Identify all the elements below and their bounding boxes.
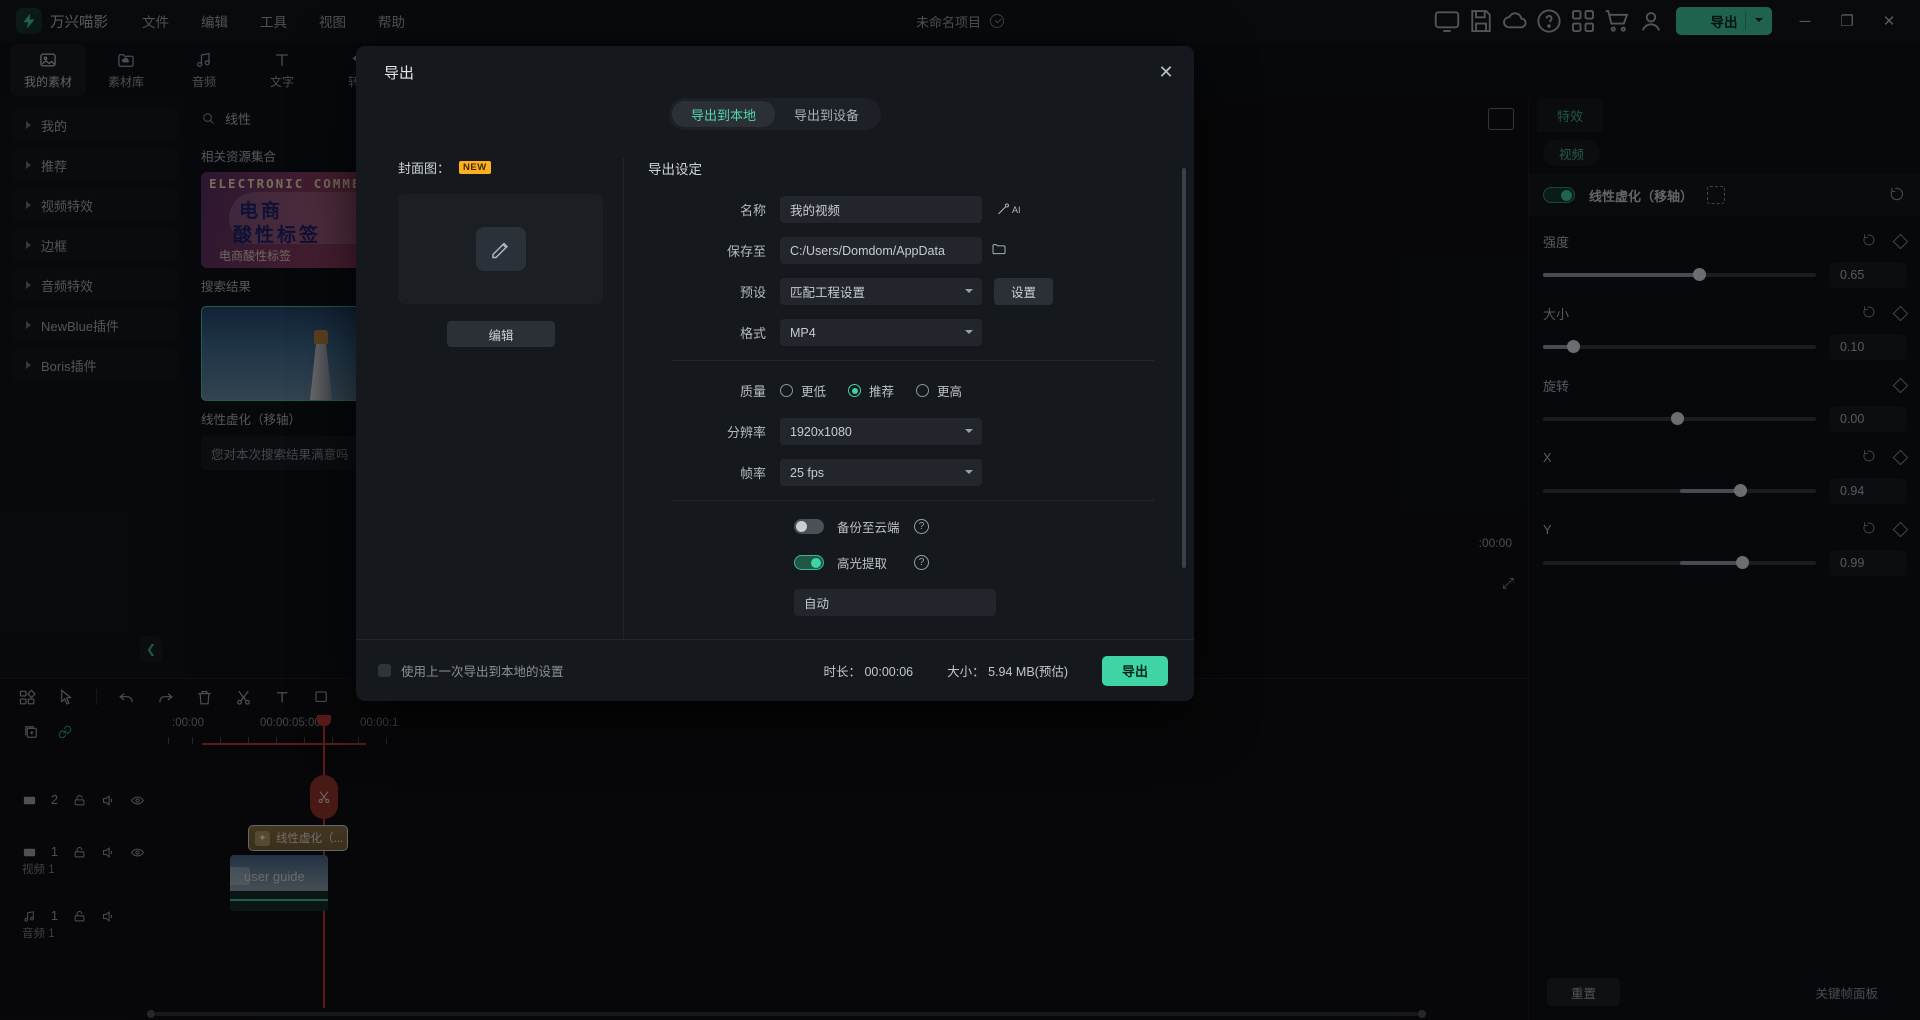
field-preset: 预设 匹配工程设置 设置 xyxy=(648,278,1154,305)
field-resolution: 分辨率 1920x1080 xyxy=(648,418,1154,445)
field-label: 格式 xyxy=(648,323,780,342)
field-format: 格式 MP4 xyxy=(648,319,1154,346)
use-last-settings-checkbox[interactable] xyxy=(378,664,391,677)
cover-pane: 封面图： NEW 编辑 xyxy=(356,158,624,639)
toggle-label: 高光提取 xyxy=(837,553,901,572)
folder-icon[interactable] xyxy=(991,241,1007,260)
divider xyxy=(672,360,1154,361)
toggle-cloud-backup: 备份至云端 ? xyxy=(648,517,1154,536)
format-value: MP4 xyxy=(790,326,816,340)
cover-label-row: 封面图： NEW xyxy=(398,158,623,177)
tab-export-device[interactable]: 导出到设备 xyxy=(775,101,878,127)
tab-export-local[interactable]: 导出到本地 xyxy=(672,101,775,127)
cover-preview[interactable] xyxy=(398,194,603,304)
auto-select[interactable]: 自动 xyxy=(794,589,996,616)
field-label: 质量 xyxy=(648,381,780,400)
cloud-backup-toggle[interactable] xyxy=(794,519,824,534)
new-badge: NEW xyxy=(459,161,491,174)
close-icon[interactable]: ✕ xyxy=(1152,58,1180,86)
preset-settings-button[interactable]: 设置 xyxy=(994,278,1053,305)
resolution-select[interactable]: 1920x1080 xyxy=(780,418,982,445)
save-path-input[interactable]: C:/Users/Domdom/AppData xyxy=(780,237,982,264)
radio-label: 更低 xyxy=(801,381,826,400)
field-framerate: 帧率 25 fps xyxy=(648,459,1154,486)
radio-lower[interactable] xyxy=(780,384,793,397)
field-label: 帧率 xyxy=(648,463,780,482)
ai-wand-icon[interactable]: AI xyxy=(996,202,1021,217)
chevron-down-icon xyxy=(965,330,973,334)
field-quality: 质量 更低 推荐 更高 xyxy=(648,377,1154,404)
chevron-down-icon xyxy=(965,470,973,474)
duration-stat: 时长： 00:00:06 xyxy=(823,661,913,680)
preset-select[interactable]: 匹配工程设置 xyxy=(780,278,982,305)
radio-recommended[interactable] xyxy=(848,384,861,397)
cover-edit-button[interactable]: 编辑 xyxy=(447,321,555,347)
size-value: 5.94 MB(预估) xyxy=(988,665,1068,679)
field-label: 保存至 xyxy=(648,241,780,260)
resolution-value: 1920x1080 xyxy=(790,425,852,439)
chevron-down-icon xyxy=(965,289,973,293)
confirm-export-button[interactable]: 导出 xyxy=(1102,656,1168,686)
name-input[interactable]: 我的视频 xyxy=(780,196,982,223)
dialog-header: 导出 ✕ xyxy=(356,46,1194,98)
cover-label: 封面图： xyxy=(398,158,450,177)
dialog-footer: 使用上一次导出到本地的设置 时长： 00:00:06 大小： 5.94 MB(预… xyxy=(356,639,1194,701)
dialog-title: 导出 xyxy=(384,62,414,83)
framerate-value: 25 fps xyxy=(790,466,824,480)
preset-value: 匹配工程设置 xyxy=(790,282,865,301)
duration-label: 时长： xyxy=(823,665,861,679)
help-icon[interactable]: ? xyxy=(914,555,929,570)
toggle-highlight-extract: 高光提取 ? xyxy=(648,553,1154,572)
pencil-edit-icon xyxy=(476,227,526,271)
field-label: 预设 xyxy=(648,282,780,301)
toggle-label: 备份至云端 xyxy=(837,517,901,536)
field-save-path: 保存至 C:/Users/Domdom/AppData xyxy=(648,237,1154,264)
size-label: 大小： xyxy=(947,665,985,679)
dialog-tabs: 导出到本地 导出到设备 xyxy=(356,98,1194,136)
radio-label: 推荐 xyxy=(869,381,894,400)
quality-radio-group: 更低 推荐 更高 xyxy=(780,381,976,400)
size-stat: 大小： 5.94 MB(预估) xyxy=(947,661,1068,680)
highlight-extract-toggle[interactable] xyxy=(794,555,824,570)
dialog-body: 封面图： NEW 编辑 导出设定 名称 我的视频 AI 保存至 C:/U xyxy=(356,136,1194,639)
use-last-settings-label: 使用上一次导出到本地的设置 xyxy=(401,661,564,680)
settings-pane: 导出设定 名称 我的视频 AI 保存至 C:/Users/Domdom/AppD… xyxy=(624,158,1194,639)
field-label: 分辨率 xyxy=(648,422,780,441)
export-stats: 时长： 00:00:06 大小： 5.94 MB(预估) xyxy=(823,661,1068,680)
framerate-select[interactable]: 25 fps xyxy=(780,459,982,486)
dialog-scrollbar[interactable] xyxy=(1182,168,1186,568)
duration-value: 00:00:06 xyxy=(864,665,913,679)
radio-higher[interactable] xyxy=(916,384,929,397)
field-label: 名称 xyxy=(648,200,780,219)
field-name: 名称 我的视频 AI xyxy=(648,196,1154,223)
format-select[interactable]: MP4 xyxy=(780,319,982,346)
divider xyxy=(672,500,1154,501)
export-dialog: 导出 ✕ 导出到本地 导出到设备 封面图： NEW 编辑 导出设定 名称 xyxy=(356,46,1194,701)
settings-title: 导出设定 xyxy=(648,158,1154,178)
auto-select-value: 自动 xyxy=(804,593,829,612)
help-icon[interactable]: ? xyxy=(914,519,929,534)
chevron-down-icon xyxy=(965,429,973,433)
radio-label: 更高 xyxy=(937,381,962,400)
